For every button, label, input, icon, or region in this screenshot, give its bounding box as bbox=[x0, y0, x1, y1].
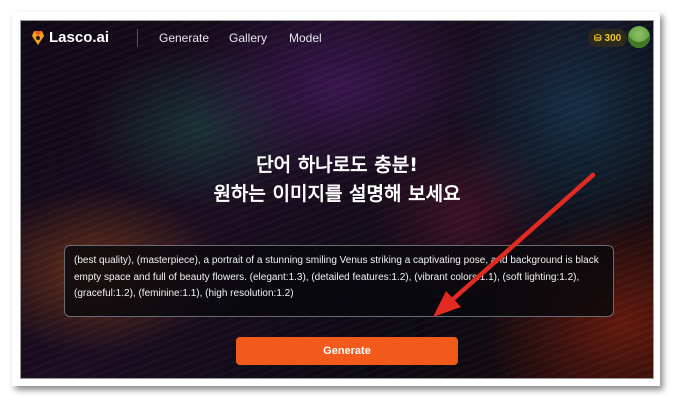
credits-count: 300 bbox=[604, 32, 622, 44]
generate-button[interactable]: Generate bbox=[236, 337, 458, 365]
prompt-input[interactable]: (best quality), (masterpiece), a portrai… bbox=[64, 245, 614, 317]
credits-badge[interactable]: ⛁ 300 bbox=[588, 29, 628, 47]
logo-icon bbox=[32, 30, 44, 45]
app-window: Lasco.ai Generate Gallery Model ⛁ 300 단어… bbox=[20, 20, 654, 379]
top-navbar: Lasco.ai Generate Gallery Model ⛁ 300 bbox=[21, 21, 653, 55]
coin-icon: ⛁ bbox=[594, 32, 602, 43]
page-headline: 단어 하나로도 충분! 원하는 이미지를 설명해 보세요 bbox=[21, 151, 653, 209]
logo[interactable]: Lasco.ai bbox=[31, 29, 109, 46]
avatar[interactable] bbox=[628, 26, 650, 48]
logo-text: Lasco.ai bbox=[49, 29, 110, 46]
nav-gallery[interactable]: Gallery bbox=[229, 31, 267, 45]
headline-line-1: 단어 하나로도 충분! bbox=[256, 154, 418, 176]
nav-divider bbox=[137, 29, 138, 47]
nav-generate[interactable]: Generate bbox=[159, 31, 209, 45]
nav-model[interactable]: Model bbox=[289, 31, 322, 45]
screenshot-frame: Lasco.ai Generate Gallery Model ⛁ 300 단어… bbox=[12, 12, 660, 386]
headline-line-2: 원하는 이미지를 설명해 보세요 bbox=[213, 183, 461, 205]
